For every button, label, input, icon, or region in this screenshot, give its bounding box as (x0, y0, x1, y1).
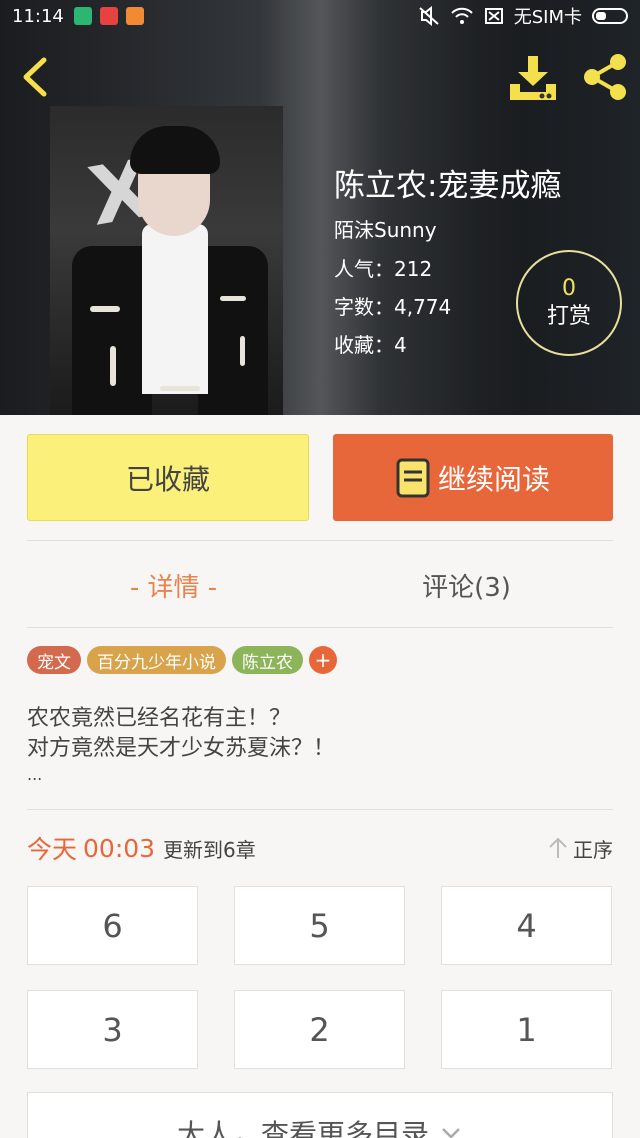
download-button[interactable] (506, 54, 560, 102)
description-line: 农农竟然已经名花有主！？ (27, 706, 292, 731)
back-button[interactable] (16, 54, 56, 100)
share-button[interactable] (580, 52, 630, 102)
status-bar: 11:14 无SIM卡 (0, 0, 640, 32)
description-line: 对方竟然是天才少女苏夏沫？！ (27, 736, 336, 761)
chapter-button[interactable]: 1 (441, 990, 612, 1069)
divider (27, 540, 613, 541)
tip-count: 0 (562, 276, 576, 301)
tip-button[interactable]: 0 打赏 (516, 250, 622, 356)
book-word-count: 字数：4,774 (334, 295, 452, 319)
sort-label: 正序 (573, 837, 613, 862)
sim-status-text: 无SIM卡 (513, 7, 582, 28)
collected-label: 已收藏 (125, 462, 210, 496)
download-icon (510, 56, 556, 100)
chapter-button[interactable]: 3 (27, 990, 198, 1069)
update-text: 更新到6章 (163, 837, 256, 862)
add-tag-button[interactable]: + (309, 646, 337, 674)
more-catalog-label: 大人，查看更多目录 (176, 1118, 429, 1138)
book-cover-image[interactable]: X (50, 106, 283, 415)
book-icon (396, 458, 430, 497)
wifi-icon (451, 7, 473, 24)
news-notification-icon (99, 7, 118, 25)
description-ellipsis: ... (27, 765, 43, 784)
book-favorites: 收藏：4 (334, 333, 407, 357)
tag-item[interactable]: 百分九少年小说 (87, 646, 226, 674)
divider (27, 627, 613, 628)
tab-detail[interactable]: - 详情 - (27, 560, 320, 610)
tab-comments[interactable]: 评论(3) (320, 560, 613, 610)
update-info: 今天 00:03 更新到6章 正序 (27, 830, 613, 866)
chapter-button[interactable]: 4 (441, 886, 612, 965)
chevron-down-icon (442, 1128, 460, 1138)
collected-button[interactable]: 已收藏 (27, 434, 309, 521)
arrow-up-icon (549, 837, 567, 858)
book-popularity: 人气：212 (334, 257, 433, 281)
sort-toggle[interactable]: 正序 (547, 834, 613, 863)
tag-item[interactable]: 陈立农 (232, 646, 303, 674)
chapter-button[interactable]: 2 (234, 990, 405, 1069)
no-sim-icon (484, 8, 503, 24)
mute-icon (419, 6, 439, 26)
book-header: 11:14 无SIM卡 X 陈立农:宠妻成瘾 陌沫Sunny 人气：212 字数… (0, 0, 640, 415)
more-catalog-button[interactable]: 大人，查看更多目录 (27, 1092, 613, 1138)
tag-item[interactable]: 宠文 (27, 646, 81, 674)
status-time: 11:14 (12, 5, 64, 27)
share-icon (584, 54, 626, 100)
continue-reading-label: 继续阅读 (437, 462, 550, 496)
book-title: 陈立农:宠妻成瘾 (334, 168, 562, 204)
continue-reading-button[interactable]: 继续阅读 (333, 434, 613, 521)
update-day: 今天 (27, 835, 78, 864)
tag-list: 宠文 百分九少年小说 陈立农 + (27, 646, 337, 674)
tip-label: 打赏 (546, 304, 591, 329)
app-notification-icon (73, 7, 92, 25)
shop-notification-icon (125, 7, 144, 25)
chapter-button[interactable]: 6 (27, 886, 198, 965)
chapter-button[interactable]: 5 (234, 886, 405, 965)
book-description[interactable]: 农农竟然已经名花有主！？ 对方竟然是天才少女苏夏沫？！ ... (27, 704, 335, 786)
update-time: 00:03 (83, 833, 156, 863)
chevron-left-icon (23, 57, 47, 97)
battery-icon (592, 8, 628, 24)
book-author[interactable]: 陌沫Sunny (334, 214, 437, 243)
divider (27, 809, 613, 810)
